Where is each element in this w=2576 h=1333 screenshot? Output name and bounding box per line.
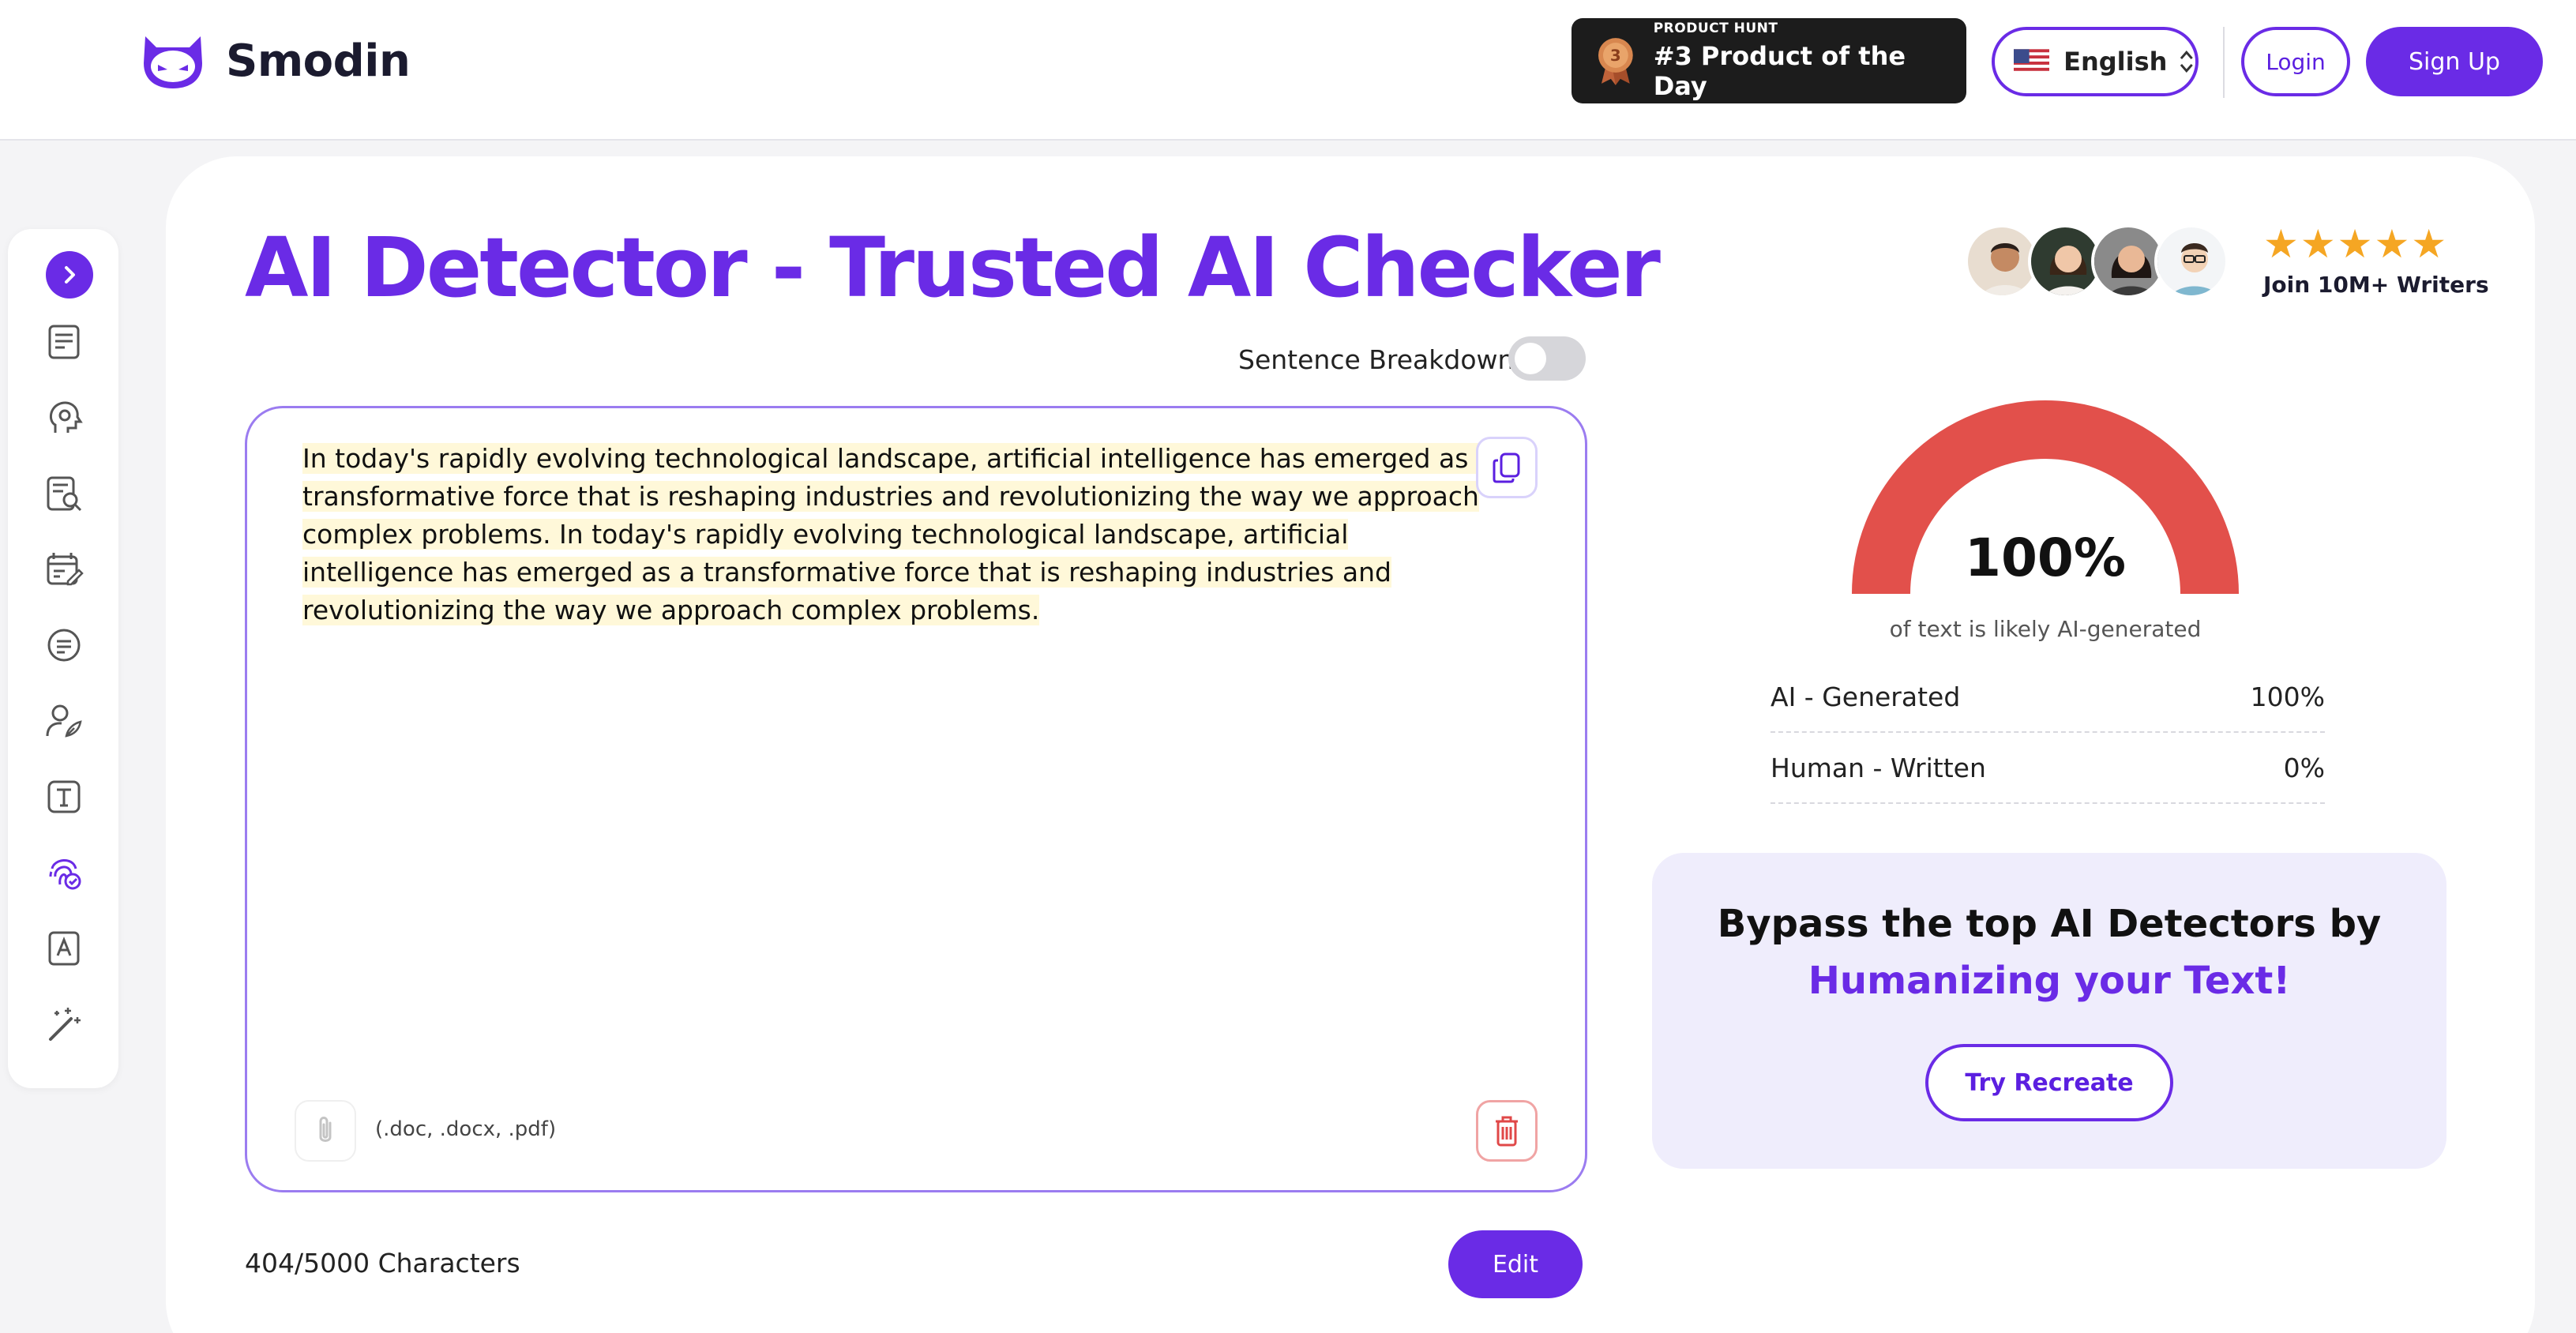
trash-icon bbox=[1496, 1116, 1518, 1147]
text-box-icon bbox=[47, 780, 81, 813]
highlighted-text: In today's rapidly evolving technologica… bbox=[302, 443, 1493, 625]
edit-button[interactable]: Edit bbox=[1448, 1230, 1583, 1298]
promo-highlight: Humanizing your Text! bbox=[1808, 959, 2291, 1003]
header-divider bbox=[2223, 27, 2225, 98]
medal-icon: 3 bbox=[1598, 38, 1633, 85]
sidebar-item-text[interactable] bbox=[43, 775, 85, 818]
avatar bbox=[2154, 224, 2229, 299]
document-letter-icon bbox=[48, 931, 80, 966]
toggle-knob bbox=[1515, 343, 1546, 374]
top-header: Smodin 3 PRODUCT HUNT #3 Product of the … bbox=[0, 0, 2576, 141]
rating-stars: ★★★★★ bbox=[2263, 221, 2449, 267]
paperclip-icon bbox=[319, 1117, 332, 1142]
chevron-updown-icon bbox=[2180, 50, 2194, 73]
sentence-breakdown-label: Sentence Breakdown bbox=[1238, 344, 1515, 375]
language-label: English bbox=[2063, 47, 2168, 77]
sidebar-item-citation[interactable] bbox=[43, 927, 85, 970]
product-hunt-label: PRODUCT HUNT bbox=[1653, 21, 1778, 36]
ai-score-value: 100% bbox=[1965, 528, 2126, 588]
product-hunt-badge[interactable]: 3 PRODUCT HUNT #3 Product of the Day bbox=[1572, 18, 1966, 103]
medal-rank: 3 bbox=[1610, 47, 1621, 65]
sidebar-item-magic[interactable] bbox=[43, 1003, 85, 1046]
file-formats-hint: (.doc, .docx, .pdf) bbox=[375, 1117, 557, 1141]
logo-text: Smodin bbox=[226, 35, 411, 87]
sidebar-item-grader[interactable] bbox=[43, 548, 85, 591]
page-title: AI Detector - Trusted AI Checker bbox=[245, 220, 1661, 316]
document-lines-icon bbox=[48, 325, 80, 359]
sidebar-item-ai-tools[interactable] bbox=[43, 396, 85, 439]
product-hunt-text: PRODUCT HUNT #3 Product of the Day bbox=[1654, 21, 1966, 101]
main-card: AI Detector - Trusted AI Checker ★★★★★ J… bbox=[166, 156, 2535, 1333]
calendar-edit-icon bbox=[47, 553, 84, 586]
attach-file-button[interactable] bbox=[295, 1100, 356, 1162]
smodin-logo-icon bbox=[144, 36, 202, 88]
head-brain-icon bbox=[50, 401, 83, 433]
sidebar-item-chat[interactable] bbox=[43, 624, 85, 666]
fingerprint-check-icon bbox=[49, 859, 81, 890]
copy-icon bbox=[1493, 452, 1520, 483]
sidebar-item-ai-detector[interactable] bbox=[43, 851, 85, 894]
user-feather-icon bbox=[46, 704, 82, 738]
result-label: AI - Generated bbox=[1771, 681, 1961, 712]
sidebar-expand-button[interactable] bbox=[46, 251, 93, 299]
sentence-breakdown-toggle[interactable] bbox=[1508, 336, 1586, 381]
result-value: 0% bbox=[2283, 752, 2325, 783]
sidebar-item-summarizer[interactable] bbox=[43, 321, 85, 363]
writer-avatars bbox=[1965, 224, 2229, 299]
result-label: Human - Written bbox=[1771, 752, 1986, 783]
magic-wand-icon bbox=[49, 1008, 81, 1041]
promo-heading: Bypass the top AI Detectors by bbox=[1717, 902, 2382, 946]
character-count: 404/5000 Characters bbox=[245, 1248, 520, 1279]
editor-text-area[interactable]: In today's rapidly evolving technologica… bbox=[302, 440, 1495, 629]
sidebar-item-author[interactable] bbox=[43, 700, 85, 742]
document-search-icon bbox=[47, 476, 82, 512]
sidebar-item-plagiarism[interactable] bbox=[43, 472, 85, 515]
login-button[interactable]: Login bbox=[2241, 27, 2350, 96]
copy-button[interactable] bbox=[1476, 437, 1538, 498]
product-hunt-rank: #3 Product of the Day bbox=[1653, 41, 1906, 101]
text-editor[interactable]: In today's rapidly evolving technologica… bbox=[245, 406, 1587, 1192]
language-selector[interactable]: English bbox=[1992, 27, 2199, 96]
result-row-human: Human - Written 0% bbox=[1771, 733, 2325, 804]
signup-button[interactable]: Sign Up bbox=[2366, 27, 2543, 96]
result-row-ai: AI - Generated 100% bbox=[1771, 662, 2325, 733]
ai-score-caption: of text is likely AI-generated bbox=[1889, 616, 2202, 642]
result-value: 100% bbox=[2250, 681, 2325, 712]
try-recreate-button[interactable]: Try Recreate bbox=[1925, 1044, 2173, 1121]
chat-lines-icon bbox=[47, 629, 81, 662]
chevron-right-icon bbox=[65, 266, 75, 283]
tool-sidebar bbox=[8, 229, 118, 1088]
logo[interactable]: Smodin bbox=[139, 32, 411, 90]
us-flag-icon bbox=[2014, 49, 2050, 74]
delete-button[interactable] bbox=[1476, 1100, 1538, 1162]
humanize-promo: Bypass the top AI Detectors by Humanizin… bbox=[1652, 853, 2446, 1169]
join-writers-label: Join 10M+ Writers bbox=[2263, 272, 2489, 298]
